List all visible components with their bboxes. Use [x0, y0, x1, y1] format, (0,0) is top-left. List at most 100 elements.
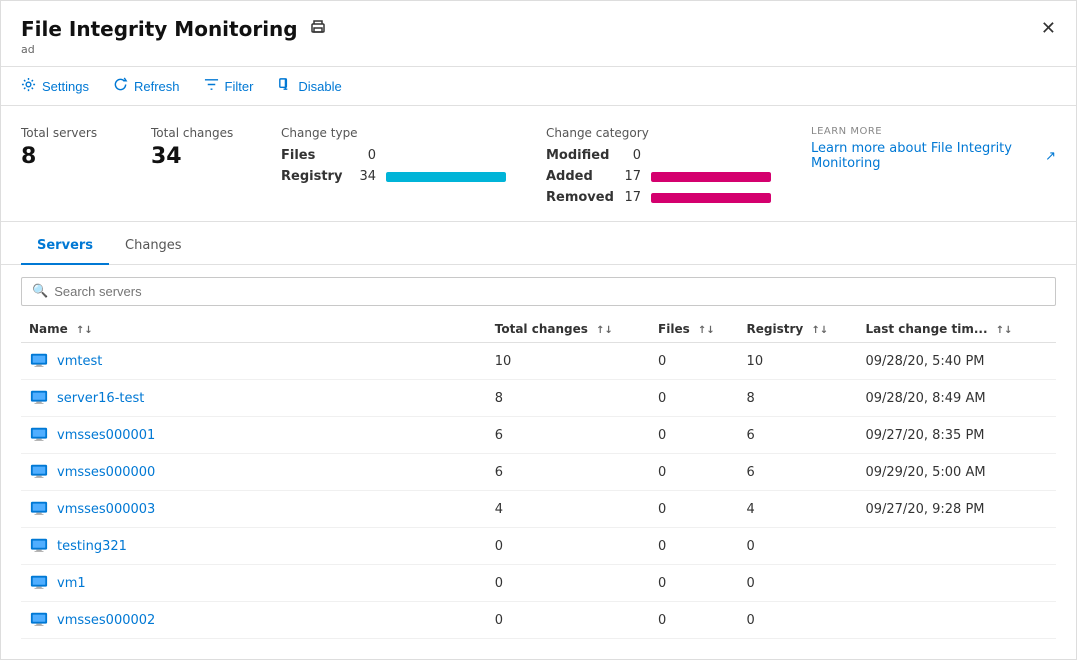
- filter-label: Filter: [225, 79, 254, 94]
- server-name[interactable]: vmsses000001: [57, 428, 155, 443]
- tab-changes[interactable]: Changes: [109, 228, 198, 265]
- settings-button[interactable]: Settings: [21, 77, 89, 95]
- panel-header: File Integrity Monitoring ✕ ad: [1, 1, 1076, 67]
- panel-subtitle: ad: [21, 43, 1056, 56]
- refresh-button[interactable]: Refresh: [113, 77, 180, 95]
- total-changes-cell: 0: [487, 528, 650, 565]
- server-name-link[interactable]: testing321: [29, 536, 479, 556]
- col-name[interactable]: Name ↑↓: [21, 316, 487, 343]
- col-files[interactable]: Files ↑↓: [650, 316, 739, 343]
- server-name-link[interactable]: vm1: [29, 573, 479, 593]
- total-servers-value: 8: [21, 144, 111, 169]
- last-change-cell: [857, 565, 1056, 602]
- external-link-icon: ↗: [1045, 149, 1056, 164]
- learn-more-link[interactable]: Learn more about File Integrity Monitori…: [811, 141, 1056, 171]
- stats-section: Total servers 8 Total changes 34 Change …: [1, 106, 1076, 222]
- total-changes-value: 34: [151, 144, 241, 169]
- server-name-link[interactable]: vmsses000003: [29, 499, 479, 519]
- table-row: server16-test 8 0 8 09/28/20, 8:49 AM: [21, 380, 1056, 417]
- disable-button[interactable]: Disable: [277, 77, 341, 95]
- removed-row: Removed 17: [546, 190, 771, 205]
- total-servers-label: Total servers: [21, 126, 111, 140]
- total-changes-cell: 6: [487, 417, 650, 454]
- total-changes-cell: 6: [487, 454, 650, 491]
- last-change-cell: 09/28/20, 8:49 AM: [857, 380, 1056, 417]
- removed-value: 17: [621, 190, 641, 205]
- filter-icon: [204, 77, 219, 95]
- total-changes-label: Total changes: [151, 126, 241, 140]
- files-cell: 0: [650, 565, 739, 602]
- added-bar-fill: [651, 172, 771, 182]
- added-bar: [651, 172, 771, 182]
- server-name-link[interactable]: vmtest: [29, 351, 479, 371]
- total-changes-cell: 4: [487, 491, 650, 528]
- last-change-cell: [857, 528, 1056, 565]
- change-type-block: Change type Files 0 Registry 34: [281, 126, 506, 190]
- added-value: 17: [621, 169, 641, 184]
- server-name[interactable]: vm1: [57, 576, 86, 591]
- col-name-label: Name: [29, 322, 68, 336]
- files-value: 0: [356, 148, 376, 163]
- table-section: 🔍 Name ↑↓ Total changes ↑↓ Files ↑↓ Reg: [1, 265, 1076, 651]
- files-cell: 0: [650, 454, 739, 491]
- files-cell: 0: [650, 491, 739, 528]
- removed-bar: [651, 193, 771, 203]
- tab-servers[interactable]: Servers: [21, 228, 109, 265]
- table-header-row: Name ↑↓ Total changes ↑↓ Files ↑↓ Regist…: [21, 316, 1056, 343]
- server-name-link[interactable]: vmsses000002: [29, 610, 479, 630]
- last-change-cell: 09/29/20, 5:00 AM: [857, 454, 1056, 491]
- table-row: testing321 0 0 0: [21, 528, 1056, 565]
- registry-cell: 6: [739, 454, 858, 491]
- col-registry[interactable]: Registry ↑↓: [739, 316, 858, 343]
- tabs-bar: Servers Changes: [1, 228, 1076, 265]
- server-name-link[interactable]: vmsses000000: [29, 462, 479, 482]
- files-cell: 0: [650, 380, 739, 417]
- removed-bar-fill: [651, 193, 771, 203]
- server-name[interactable]: vmsses000002: [57, 613, 155, 628]
- change-category-label: Change category: [546, 126, 771, 140]
- toolbar: Settings Refresh Filter Disable: [1, 67, 1076, 106]
- server-name[interactable]: testing321: [57, 539, 127, 554]
- server-icon: [29, 610, 49, 630]
- col-registry-sort-icon: ↑↓: [811, 325, 828, 336]
- modified-value: 0: [621, 148, 641, 163]
- col-last-change-label: Last change tim...: [865, 322, 987, 336]
- col-total-changes[interactable]: Total changes ↑↓: [487, 316, 650, 343]
- table-row: vm1 0 0 0: [21, 565, 1056, 602]
- registry-change-value: 34: [356, 169, 376, 184]
- server-icon: [29, 462, 49, 482]
- disable-label: Disable: [298, 79, 341, 94]
- server-name[interactable]: vmtest: [57, 354, 102, 369]
- col-last-change[interactable]: Last change tim... ↑↓: [857, 316, 1056, 343]
- table-row: vmsses000002 0 0 0: [21, 602, 1056, 639]
- server-icon: [29, 499, 49, 519]
- server-name[interactable]: vmsses000003: [57, 502, 155, 517]
- table-row: vmsses000001 6 0 6 09/27/20, 8:35 PM: [21, 417, 1056, 454]
- col-files-sort-icon: ↑↓: [698, 325, 715, 336]
- total-changes-cell: 8: [487, 380, 650, 417]
- total-changes-block: Total changes 34: [151, 126, 241, 169]
- registry-cell: 0: [739, 602, 858, 639]
- col-registry-label: Registry: [747, 322, 804, 336]
- registry-cell: 0: [739, 565, 858, 602]
- learn-more-section-label: LEARN MORE: [811, 126, 882, 137]
- server-name[interactable]: vmsses000000: [57, 465, 155, 480]
- files-cell: 0: [650, 528, 739, 565]
- search-input[interactable]: [54, 284, 1045, 299]
- registry-cell: 0: [739, 528, 858, 565]
- server-name-link[interactable]: server16-test: [29, 388, 479, 408]
- change-category-block: Change category Modified 0 Added 17 Remo…: [546, 126, 771, 211]
- files-cell: 0: [650, 602, 739, 639]
- col-total-changes-sort-icon: ↑↓: [596, 325, 613, 336]
- files-row: Files 0: [281, 148, 506, 163]
- server-icon: [29, 425, 49, 445]
- close-button[interactable]: ✕: [1041, 20, 1056, 38]
- server-name[interactable]: server16-test: [57, 391, 144, 406]
- last-change-cell: 09/27/20, 9:28 PM: [857, 491, 1056, 528]
- server-name-link[interactable]: vmsses000001: [29, 425, 479, 445]
- search-bar: 🔍: [21, 277, 1056, 306]
- filter-button[interactable]: Filter: [204, 77, 254, 95]
- registry-bar-fill: [386, 172, 506, 182]
- print-icon[interactable]: [310, 19, 326, 39]
- col-name-sort-icon: ↑↓: [76, 325, 93, 336]
